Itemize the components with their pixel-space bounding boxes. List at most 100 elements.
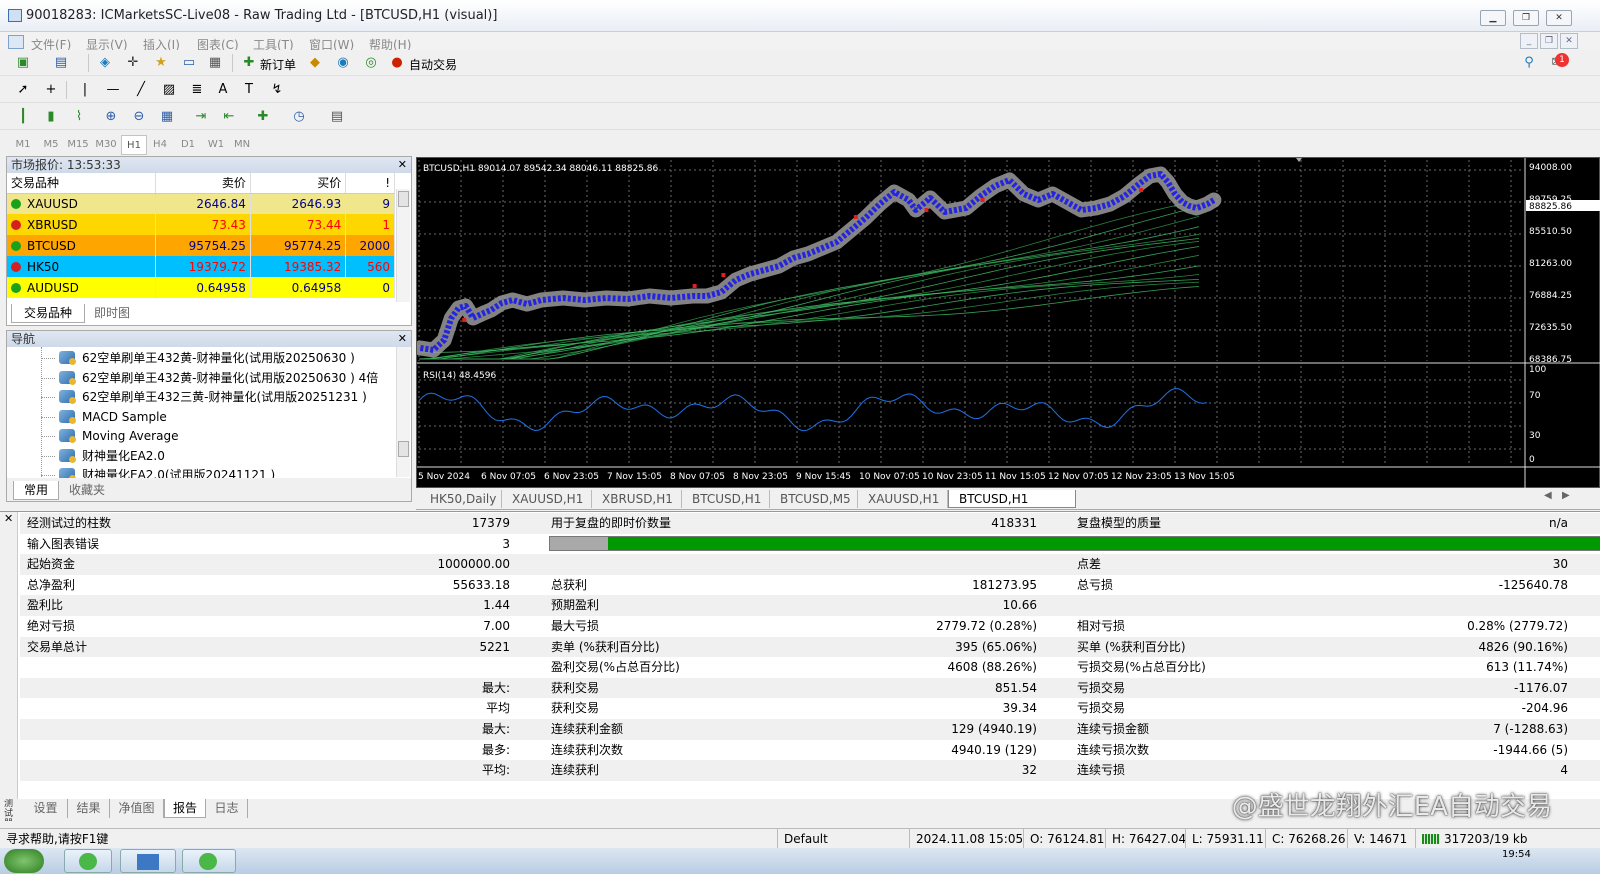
- chart-tab[interactable]: XAUUSD,H1: [858, 490, 948, 508]
- time-tick: 7 Nov 15:05: [607, 472, 662, 482]
- timeframe-d1[interactable]: D1: [175, 135, 201, 155]
- zoom-in-icon[interactable]: ⊕: [102, 108, 120, 126]
- chart-tab[interactable]: XAUUSD,H1: [502, 490, 592, 508]
- tab-scroll-right-icon[interactable]: ▶: [1562, 490, 1570, 501]
- text-icon[interactable]: A: [214, 81, 232, 99]
- navigator-expert-item[interactable]: 财神量化EA2.0: [41, 447, 165, 466]
- timeframe-m5[interactable]: M5: [38, 135, 64, 155]
- market-watch-row[interactable]: XAUUSD 2646.84 2646.93 9: [7, 193, 395, 214]
- navigator-expert-item[interactable]: 62空单刷单王432三黄-财神量化(试用版20251231 ): [41, 388, 367, 407]
- start-button[interactable]: [4, 849, 44, 873]
- search-icon[interactable]: ⚲: [1520, 54, 1538, 72]
- navigator-expert-item[interactable]: 62空单刷单王432黄-财神量化(试用版20250630 ): [41, 349, 355, 368]
- column-symbol[interactable]: 交易品种: [7, 173, 156, 194]
- arrows-icon[interactable]: ↯: [268, 81, 286, 99]
- market-watch-row[interactable]: XBRUSD 73.43 73.44 1: [7, 214, 395, 235]
- market-watch-row[interactable]: BTCUSD 95754.25 95774.25 2000: [7, 235, 395, 256]
- timeframe-m1[interactable]: M1: [10, 135, 36, 155]
- mdi-minimize-button[interactable]: _: [1520, 33, 1538, 49]
- tester-tab[interactable]: 净值图: [110, 799, 164, 818]
- tab-tick-chart[interactable]: 即时图: [85, 304, 139, 323]
- new-chart-icon[interactable]: ▣: [14, 54, 32, 72]
- tester-tab[interactable]: 报告: [164, 799, 206, 818]
- chart-tab[interactable]: HK50,Daily: [420, 490, 502, 508]
- options-icon[interactable]: ◉: [334, 54, 352, 72]
- price-chart[interactable]: BTCUSD,H1 89014.07 89542.34 88046.11 888…: [412, 158, 1600, 489]
- navigator-expert-item[interactable]: MACD Sample: [41, 408, 167, 427]
- terminal-icon[interactable]: ▭: [180, 54, 198, 72]
- tab-symbols[interactable]: 交易品种: [11, 304, 85, 323]
- periods-icon[interactable]: ◷: [290, 108, 308, 126]
- timeframe-h4[interactable]: H4: [147, 135, 173, 155]
- new-order-icon[interactable]: ✚: [240, 54, 258, 72]
- tab-common[interactable]: 常用: [13, 481, 59, 500]
- chart-shift-icon[interactable]: ⇤: [220, 108, 238, 126]
- timeframe-w1[interactable]: W1: [203, 135, 229, 155]
- crosshair-icon[interactable]: +: [42, 81, 60, 99]
- tab-favorites[interactable]: 收藏夹: [59, 481, 115, 500]
- mdi-restore-button[interactable]: ❐: [1540, 33, 1558, 49]
- bar-chart-icon[interactable]: ┃: [14, 108, 32, 126]
- taskbar-app-1[interactable]: [64, 849, 112, 873]
- timeframe-m15[interactable]: M15: [65, 135, 91, 155]
- data-window-icon[interactable]: ✛: [124, 54, 142, 72]
- zoom-out-icon[interactable]: ⊖: [130, 108, 148, 126]
- market-watch-close-button[interactable]: ✕: [398, 157, 407, 173]
- tester-tab[interactable]: 设置: [24, 799, 68, 818]
- column-bid[interactable]: 卖价: [155, 173, 251, 194]
- child-window-icon[interactable]: [8, 35, 24, 49]
- profiles-icon[interactable]: ▤: [52, 54, 70, 72]
- metaeditor-icon[interactable]: ◆: [306, 54, 324, 72]
- trade-marker: [1139, 188, 1143, 192]
- cursor-icon[interactable]: ➚: [14, 81, 32, 99]
- report-row: 最多: 连续获利次数 4940.19 (129) 连续亏损次数 -1944.66 (5): [20, 740, 1600, 761]
- navigator-expert-item[interactable]: Moving Average: [41, 427, 178, 446]
- chart-tab[interactable]: BTCUSD,H1: [682, 490, 770, 508]
- equidistant-channel-icon[interactable]: ▨: [160, 81, 178, 99]
- report-value: 39.34: [1002, 701, 1037, 716]
- navigator-scrollbar[interactable]: [396, 347, 410, 477]
- maximize-button[interactable]: ❐: [1513, 10, 1539, 26]
- minimize-button[interactable]: ▁: [1480, 10, 1506, 26]
- column-ask[interactable]: 买价: [250, 173, 347, 194]
- column-spread[interactable]: !: [345, 173, 395, 194]
- mdi-close-button[interactable]: ✕: [1560, 33, 1578, 49]
- tester-tab[interactable]: 结果: [68, 799, 110, 818]
- text-label-icon[interactable]: T: [240, 81, 258, 99]
- market-watch-icon[interactable]: ◈: [96, 54, 114, 72]
- tester-tab[interactable]: 日志: [206, 799, 248, 818]
- autoscroll-icon[interactable]: ⇥: [192, 108, 210, 126]
- chart-tab[interactable]: BTCUSD,M5: [770, 490, 858, 508]
- strategy-tester-icon[interactable]: ▦: [206, 54, 224, 72]
- market-watch-scrollbar[interactable]: [396, 189, 410, 302]
- close-window-button[interactable]: ✕: [1546, 10, 1572, 26]
- tester-close-button[interactable]: ✕: [4, 512, 13, 525]
- timeframe-h1[interactable]: H1: [121, 135, 147, 155]
- navigator-icon[interactable]: ★: [152, 54, 170, 72]
- navigator-expert-item[interactable]: 62空单刷单王432黄-财神量化(试用版20250630 ) 4倍: [41, 369, 378, 388]
- vertical-line-icon[interactable]: |: [76, 81, 94, 99]
- signals-icon[interactable]: ◎: [362, 54, 380, 72]
- timeframe-m30[interactable]: M30: [93, 135, 119, 155]
- fibonacci-icon[interactable]: ≣: [188, 81, 206, 99]
- chart-window[interactable]: BTCUSD,H1 89014.07 89542.34 88046.11 888…: [412, 157, 1600, 489]
- autotrading-icon[interactable]: ●: [388, 54, 406, 72]
- tile-windows-icon[interactable]: ▦: [158, 108, 176, 126]
- market-watch-row[interactable]: AUDUSD 0.64958 0.64958 0: [7, 277, 395, 298]
- line-chart-icon[interactable]: ⌇: [70, 108, 88, 126]
- trendline-icon[interactable]: ╱: [132, 81, 150, 99]
- tab-scroll-left-icon[interactable]: ◀: [1544, 490, 1552, 501]
- candlestick-icon[interactable]: ▮: [42, 108, 60, 126]
- templates-icon[interactable]: ▤: [328, 108, 346, 126]
- new-order-button[interactable]: 新订单: [260, 56, 296, 73]
- taskbar-app-3[interactable]: [182, 849, 236, 873]
- timeframe-mn[interactable]: MN: [229, 135, 255, 155]
- horizontal-line-icon[interactable]: —: [104, 81, 122, 99]
- indicators-icon[interactable]: ✚: [254, 108, 272, 126]
- chart-tab[interactable]: BTCUSD,H1 (visual): [948, 490, 1076, 524]
- navigator-close-button[interactable]: ✕: [398, 331, 407, 347]
- autotrading-button[interactable]: 自动交易: [409, 56, 457, 73]
- taskbar-app-2[interactable]: [120, 849, 176, 873]
- market-watch-row[interactable]: HK50 19379.72 19385.32 560: [7, 256, 395, 277]
- chart-tab[interactable]: XBRUSD,H1: [592, 490, 682, 508]
